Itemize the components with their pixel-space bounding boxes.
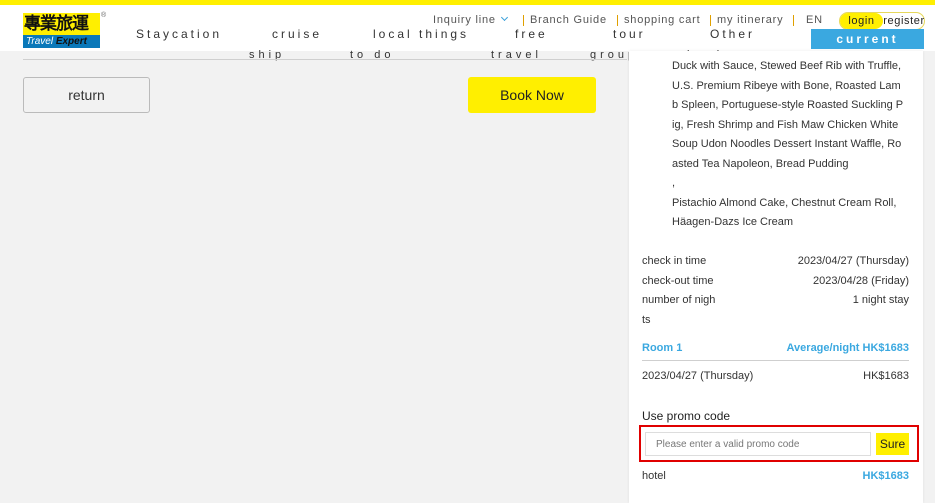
divider <box>793 15 794 26</box>
nav-other[interactable]: Other <box>710 27 755 41</box>
menu-description: Duck with Sauce, Stewed Beef Rib with Tr… <box>672 57 912 233</box>
checkout-label: check-out time <box>642 275 714 287</box>
register-button[interactable]: register <box>882 13 926 29</box>
promo-code-group: Sure <box>639 425 919 462</box>
menu-line: Soup Udon Noodles Dessert Instant Waffle… <box>672 138 902 150</box>
booking-summary-panel: Duck with Sauce, Stewed Beef Rib with Tr… <box>629 51 923 503</box>
inquiry-line-link[interactable]: Inquiry line <box>433 13 508 26</box>
room-average-price: Average/night HK$1683 <box>786 342 909 354</box>
checkin-value: 2023/04/27 (Thursday) <box>797 255 909 267</box>
promo-code-input[interactable] <box>645 432 871 456</box>
nights-row: number of nigh 1 night stay <box>642 291 909 309</box>
logo-registered-mark: ® <box>101 12 107 19</box>
room-header-row: Room 1 Average/night HK$1683 <box>642 339 909 357</box>
nights-value: 1 night stay <box>852 294 909 306</box>
login-button[interactable]: login <box>840 13 883 29</box>
nights-label: number of nigh <box>642 294 716 306</box>
nights-label-cont: ts <box>642 314 651 326</box>
hotel-price: HK$1683 <box>862 470 909 482</box>
return-button[interactable]: return <box>23 77 150 113</box>
checkin-label: check in time <box>642 255 707 267</box>
menu-line: , <box>672 177 676 189</box>
menu-line: Pistachio Almond Cake, Chestnut Cream Ro… <box>672 196 897 209</box>
menu-line: asted Tea Napoleon, Bread Pudding <box>672 157 849 170</box>
menu-line: ig, Fresh Shrimp and Fish Maw Chicken Wh… <box>672 118 899 131</box>
logo-chinese: 專業旅運 <box>23 13 100 35</box>
auth-group: login register <box>839 12 925 30</box>
branch-guide-link[interactable]: Branch Guide <box>530 14 607 26</box>
nav-tour[interactable]: tour <box>613 27 646 41</box>
divider <box>617 15 618 26</box>
hotel-label: hotel <box>642 470 666 482</box>
nav-cruise[interactable]: cruise <box>272 27 322 41</box>
room-date: 2023/04/27 (Thursday) <box>642 370 754 382</box>
shopping-cart-link[interactable]: shopping cart <box>624 14 700 26</box>
room-divider <box>642 360 909 361</box>
checkin-row: check in time 2023/04/27 (Thursday) <box>642 252 909 270</box>
book-now-button[interactable]: Book Now <box>468 77 596 113</box>
hotel-row: hotel HK$1683 <box>642 467 909 485</box>
room-name: Room 1 <box>642 342 683 354</box>
promo-label: Use promo code <box>642 409 731 423</box>
nav-local[interactable]: local things <box>373 27 469 41</box>
menu-line: b Spleen, Portuguese-style Roasted Suckl… <box>672 99 904 111</box>
inquiry-line-label: Inquiry line <box>433 14 496 26</box>
divider <box>523 15 524 26</box>
logo-expert: Expert <box>55 36 87 47</box>
my-itinerary-link[interactable]: my itinerary <box>717 14 783 26</box>
site-logo[interactable]: 專業旅運 Travel Expert <box>23 13 100 49</box>
promo-submit-button[interactable]: Sure <box>876 433 909 455</box>
language-switch[interactable]: EN <box>806 14 823 26</box>
nav-free[interactable]: free <box>515 27 548 41</box>
checkout-row: check-out time 2023/04/28 (Friday) <box>642 272 909 290</box>
nav-current[interactable]: current <box>811 29 924 49</box>
content-divider <box>23 59 627 60</box>
nav-staycation[interactable]: Staycation <box>136 27 222 41</box>
checkout-value: 2023/04/28 (Friday) <box>813 275 909 287</box>
room-date-row: 2023/04/27 (Thursday) HK$1683 <box>642 367 909 385</box>
logo-english: Travel Expert <box>23 35 100 48</box>
menu-line: Häagen-Dazs Ice Cream <box>672 216 794 228</box>
menu-line: Duck with Sauce, Stewed Beef Rib with Tr… <box>672 60 902 72</box>
nights-row-cont: ts <box>642 311 909 329</box>
logo-travel: Travel <box>26 36 54 47</box>
chevron-down-icon <box>500 13 508 22</box>
divider <box>710 15 711 26</box>
room-date-price: HK$1683 <box>863 370 909 382</box>
menu-line: U.S. Premium Ribeye with Bone, Roasted L… <box>672 79 901 92</box>
